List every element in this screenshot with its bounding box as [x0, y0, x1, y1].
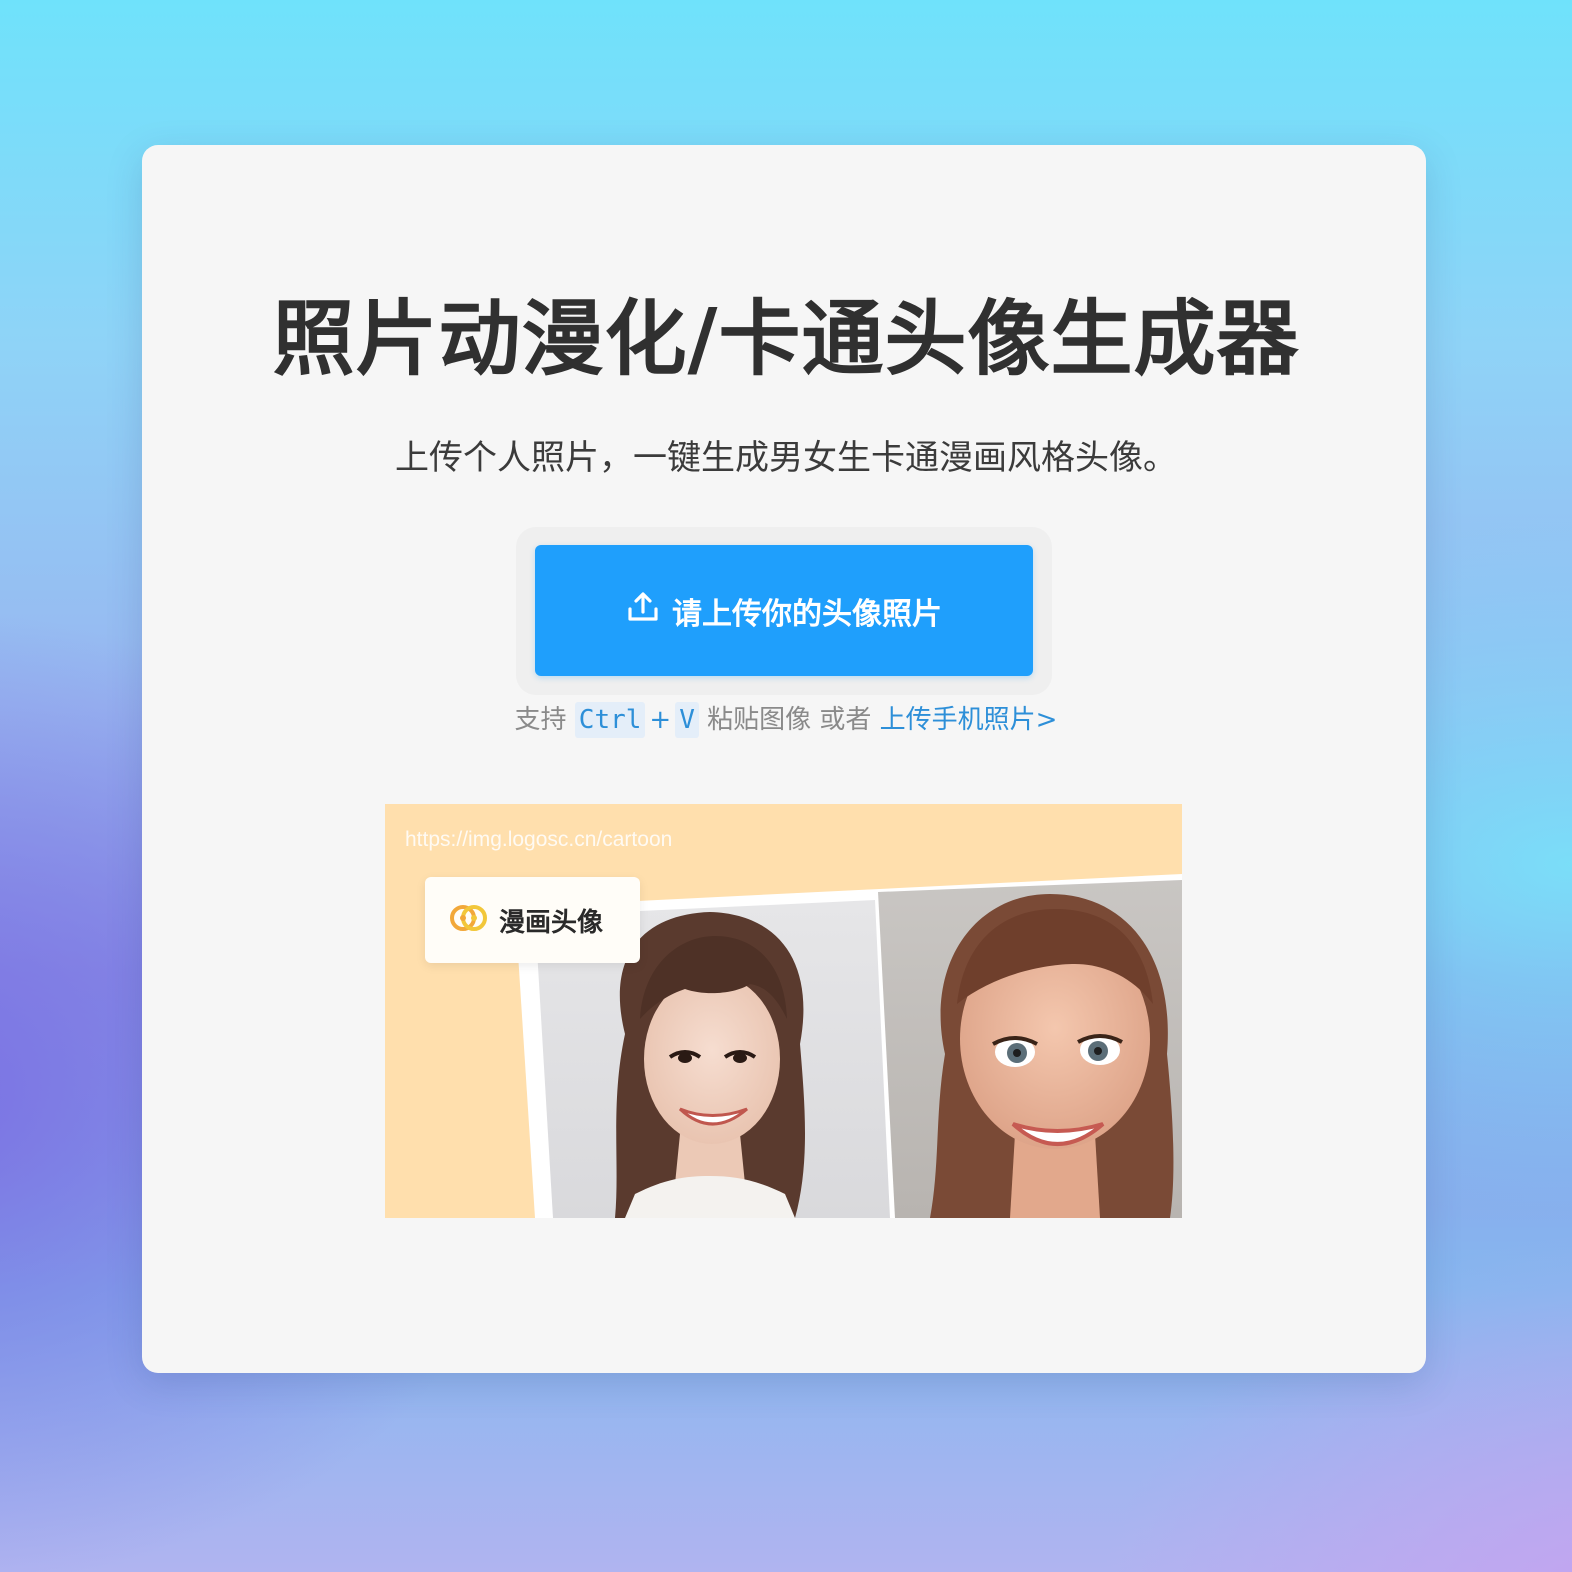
key-v: V — [675, 702, 699, 738]
preview-logo-badge: 漫画头像 — [425, 877, 640, 963]
upload-mobile-photo-link[interactable]: 上传手机照片> — [880, 705, 1058, 735]
upload-icon — [626, 590, 660, 632]
page-subtitle: 上传个人照片，一键生成男女生卡通漫画风格头像。 — [395, 438, 1177, 478]
key-plus: + — [649, 705, 672, 735]
paste-hint: 支持 Ctrl + V 粘贴图像 或者 上传手机照片> — [0, 700, 1572, 740]
upload-button-label: 请上传你的头像照片 — [672, 596, 942, 632]
hint-prefix: 支持 — [514, 705, 567, 735]
key-ctrl: Ctrl — [574, 702, 646, 738]
comic-logo-icon — [449, 899, 487, 941]
upload-photo-button[interactable]: 请上传你的头像照片 — [535, 545, 1033, 676]
preview-illustration — [515, 874, 1182, 1218]
hint-middle: 粘贴图像 或者 — [707, 705, 872, 735]
example-preview-image: https://img.logosc.cn/cartoon 漫画头像 — [385, 804, 1182, 1218]
preview-watermark: https://img.logosc.cn/cartoon — [405, 828, 673, 851]
page-title: 照片动漫化/卡通头像生成器 — [272, 292, 1300, 387]
preview-logo-text: 漫画头像 — [499, 907, 604, 938]
